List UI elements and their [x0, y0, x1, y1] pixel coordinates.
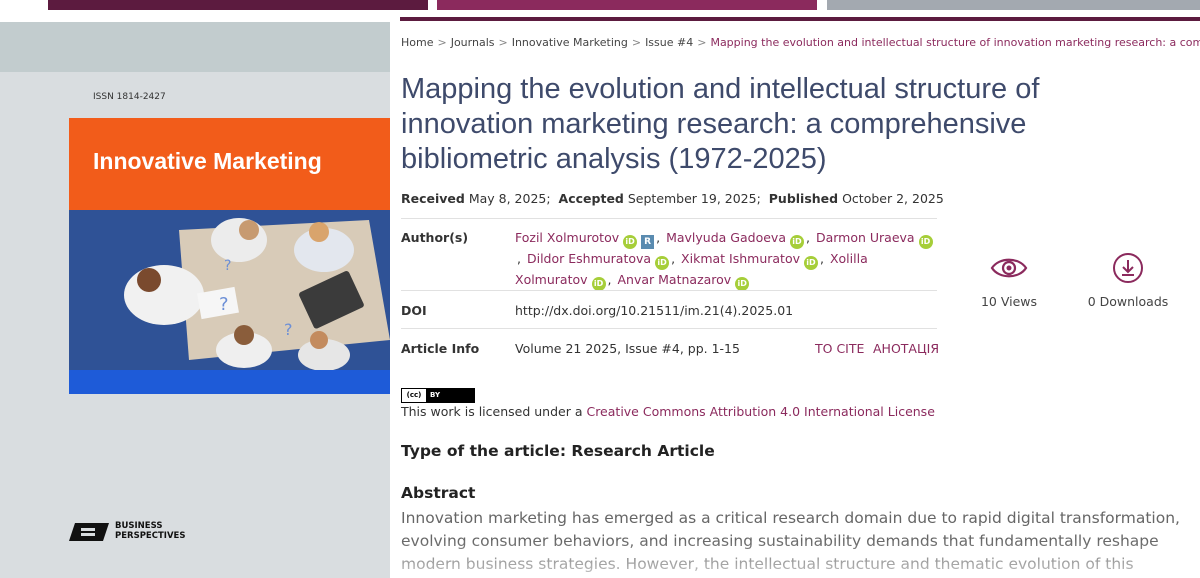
breadcrumb-home[interactable]: Home — [401, 36, 433, 49]
breadcrumb-current: Mapping the evolution and intellectual s… — [710, 36, 1200, 49]
cc-badge-right: BY — [426, 389, 474, 402]
eye-icon — [990, 258, 1028, 278]
orcid-icon[interactable]: iD — [655, 256, 670, 270]
authors-list: Fozil Xolmurotov iD R, Mavlyuda Gadoeva iD,… — [515, 228, 940, 291]
author-link[interactable]: Mavlyuda Gadoeva — [666, 230, 786, 245]
article-info-value: Volume 21 2025, Issue #4, pp. 1-15 — [515, 341, 740, 356]
orcid-icon[interactable]: iD — [591, 277, 606, 291]
author-link[interactable]: Dildor Eshmuratova — [527, 251, 651, 266]
svg-text:?: ? — [224, 258, 231, 274]
divider — [401, 290, 937, 291]
downloads-stat[interactable]: 0 Downloads — [1068, 252, 1188, 309]
divider — [401, 328, 937, 329]
researchgate-icon[interactable]: R — [641, 235, 655, 249]
cc-badge-left: (cc) — [402, 389, 426, 402]
breadcrumb-separator: > — [631, 36, 642, 49]
top-color-bar-3 — [827, 0, 1200, 10]
abstract-heading: Abstract — [401, 484, 476, 502]
license-text: This work is licensed under a Creative C… — [401, 404, 935, 419]
cover-title-block: Innovative Marketing — [69, 118, 390, 210]
divider — [401, 218, 937, 219]
author-link[interactable]: Anvar Matnazarov — [618, 272, 732, 287]
author-link[interactable]: Xikmat Ishmuratov — [681, 251, 800, 266]
cover-blue-band — [69, 370, 390, 394]
breadcrumb-journals[interactable]: Journals — [451, 36, 495, 49]
download-icon — [1113, 253, 1143, 283]
publisher-logo-text: BUSINESS PERSPECTIVES — [115, 521, 186, 541]
header-divider — [400, 17, 1200, 21]
published-label: Published — [768, 191, 839, 206]
annotation-button[interactable]: АНОТАЦІЯ — [873, 341, 939, 356]
breadcrumb-journal[interactable]: Innovative Marketing — [512, 36, 628, 49]
abstract-fade-overlay — [401, 540, 1200, 578]
cc-license-badge[interactable]: (cc) BY — [401, 388, 475, 403]
article-title: Mapping the evolution and intellectual s… — [401, 73, 1040, 175]
svg-text:?: ? — [284, 320, 293, 339]
meeting-photo-illustration: ? ? ? — [69, 210, 390, 370]
cover-top-band — [0, 22, 390, 72]
article-dates: Received May 8, 2025; Accepted September… — [401, 191, 944, 206]
article-info-label: Article Info — [401, 341, 480, 356]
to-cite-button[interactable]: TO CITE — [815, 341, 864, 356]
breadcrumb-separator: > — [697, 36, 707, 49]
received-label: Received — [401, 191, 465, 206]
license-prefix: This work is licensed under a — [401, 404, 587, 419]
accepted-label: Accepted — [558, 191, 624, 206]
doi-label: DOI — [401, 303, 427, 318]
breadcrumb-separator: > — [498, 36, 508, 49]
author-link[interactable]: Darmon Uraeva — [816, 230, 915, 245]
orcid-icon[interactable]: iD — [623, 235, 638, 249]
downloads-count: 0 Downloads — [1087, 294, 1169, 309]
orcid-icon[interactable]: iD — [735, 277, 750, 291]
publisher-logo-icon — [69, 523, 109, 541]
top-color-bar-1 — [48, 0, 428, 10]
cover-journal-title: Innovative Marketing — [93, 148, 322, 174]
received-date: May 8, 2025; — [468, 191, 551, 206]
breadcrumb-issue[interactable]: Issue #4 — [645, 36, 693, 49]
article-type: Type of the article: Research Article — [401, 442, 715, 460]
orcid-icon[interactable]: iD — [918, 235, 933, 249]
accepted-date: September 19, 2025; — [627, 191, 761, 206]
business-perspectives-logo: BUSINESS PERSPECTIVES — [69, 520, 199, 546]
views-count: 10 Views — [980, 294, 1038, 309]
svg-text:?: ? — [219, 294, 229, 315]
authors-label: Author(s) — [401, 230, 469, 245]
orcid-icon[interactable]: iD — [804, 256, 818, 270]
orcid-icon[interactable]: iD — [789, 235, 804, 249]
cover-photo: ? ? ? — [69, 210, 390, 370]
doi-link[interactable]: http://dx.doi.org/10.21511/im.21(4).2025… — [515, 303, 793, 318]
breadcrumb-separator: > — [437, 36, 447, 49]
cover-issn: ISSN 1814-2427 — [93, 92, 166, 102]
author-link[interactable]: Fozil Xolmurotov — [515, 230, 619, 245]
views-stat: 10 Views — [949, 252, 1069, 309]
top-color-bar-2 — [437, 0, 817, 10]
breadcrumb: Home > Journals > Innovative Marketing > Issue… — [401, 36, 1200, 49]
published-date: October 2, 2025 — [842, 191, 944, 206]
license-link[interactable]: Creative Commons Attribution 4.0 Interna… — [586, 404, 934, 419]
journal-cover[interactable]: ISSN 1814-2427 Innovative Marketing ? ? … — [0, 22, 390, 578]
